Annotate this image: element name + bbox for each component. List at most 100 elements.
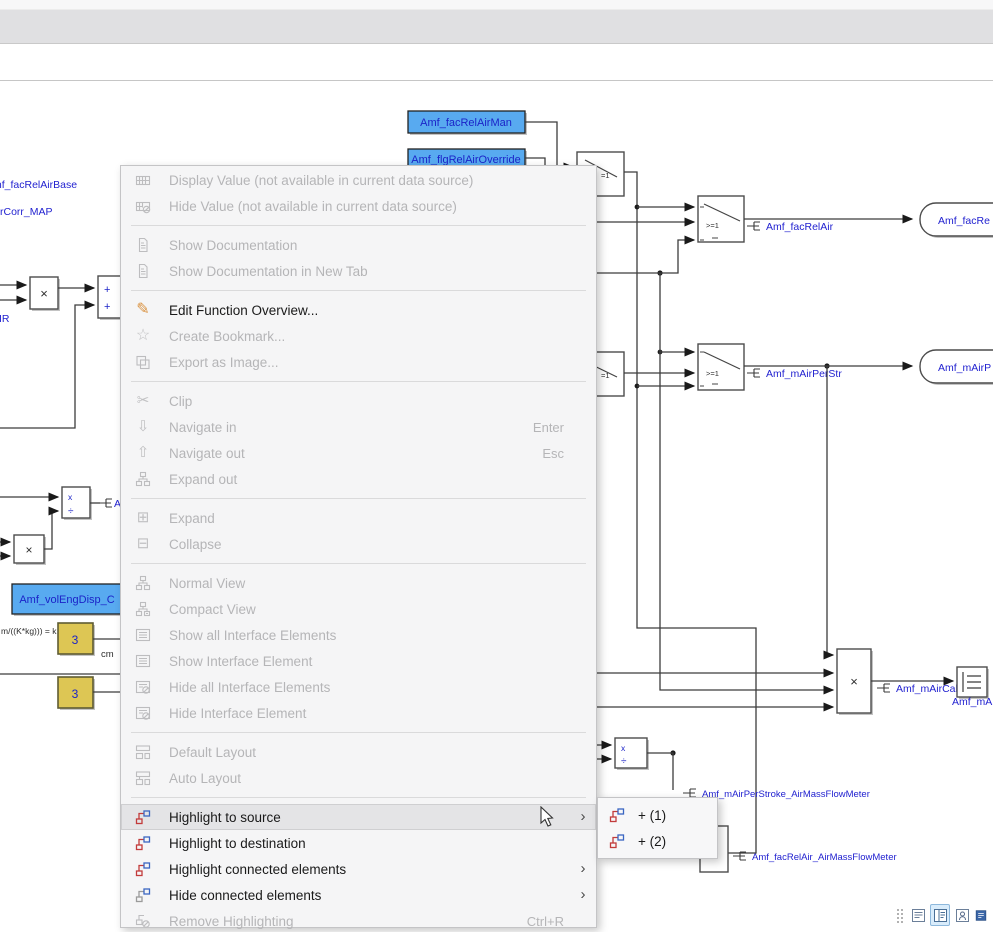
signal-label-facrelairbase: Amf_facRelAirBase [0, 179, 77, 191]
menu-item-label: Navigate in [169, 420, 237, 435]
drag-handle-dots-icon[interactable] [896, 908, 904, 924]
pencil-icon: ✎ [134, 301, 152, 319]
interface-list-icon [134, 626, 152, 644]
interface-hide-icon [134, 678, 152, 696]
menu-separator [131, 732, 586, 733]
document-icon [134, 262, 152, 280]
menu-separator [131, 797, 586, 798]
signal-label-mairperstr: Amf_mAirPerStr [766, 368, 842, 380]
menu-item-label: Hide Interface Element [169, 706, 306, 721]
menu-item-normal-view: Normal View [121, 570, 596, 596]
menu-item-auto-layout: Auto Layout [121, 765, 596, 791]
compact-view-icon [134, 600, 152, 618]
submenu-item-label: + (1) [638, 808, 666, 823]
auto-layout-icon [134, 769, 152, 787]
menu-item-label: Expand out [169, 472, 237, 487]
menu-item-label: Display Value (not available in current … [169, 173, 473, 188]
wire[interactable] [827, 366, 833, 655]
submenu-item-1[interactable]: + (1) [598, 802, 717, 828]
highlight-icon [134, 808, 152, 826]
wire[interactable] [44, 511, 58, 549]
expand-out-icon [134, 470, 152, 488]
menu-item-label: Highlight connected elements [169, 862, 346, 877]
menu-item-export-as-image: Export as Image... [121, 349, 596, 375]
submenu-item-2[interactable]: + (2) [598, 828, 717, 854]
menu-item-label: Show Documentation [169, 238, 297, 253]
signal-label-strokemeter: Amf_mAirPerStroke_AirMassFlowMeter [702, 789, 870, 800]
signal-label-facrelair: Amf_facRelAir [766, 221, 834, 233]
menu-item-hide-connected-elements[interactable]: Hide connected elements › [121, 882, 596, 908]
navigate-in-icon: ⇩ [134, 418, 152, 436]
remove-highlight-icon [134, 912, 152, 930]
menu-item-remove-highlighting: Remove Highlighting Ctrl+R [121, 908, 596, 932]
signal-label-maircalc: Amf_mAirCalc [896, 683, 963, 695]
menu-item-hide-value: Hide Value (not available in current dat… [121, 193, 596, 219]
menu-item-expand-out: Expand out [121, 466, 596, 492]
annotation-kexpr: m/((K*kg))) = k [1, 626, 57, 636]
interface-port-icon [877, 684, 890, 692]
mouse-cursor [540, 806, 556, 828]
expand-icon: ⊞ [134, 509, 152, 527]
menu-item-highlight-connected-elements[interactable]: Highlight connected elements › [121, 856, 596, 882]
product-op: × [850, 674, 858, 689]
highlight-icon [608, 806, 626, 824]
product-op: × [40, 286, 48, 301]
person-icon [955, 908, 970, 923]
clip-icon: ✂ [134, 392, 152, 410]
interface-port-icon [683, 789, 696, 797]
wire[interactable] [0, 305, 94, 428]
view-split-button[interactable] [930, 904, 950, 926]
wire[interactable] [525, 122, 573, 167]
interface-list-icon [134, 652, 152, 670]
divide-block-1[interactable] [62, 487, 90, 518]
submenu-arrow-icon: › [570, 809, 596, 825]
menu-separator [131, 225, 586, 226]
menu-item-label: Show all Interface Elements [169, 628, 336, 643]
constant-value: 3 [72, 633, 79, 647]
view-list-button[interactable] [908, 904, 928, 926]
menu-item-edit-function-overview[interactable]: ✎ Edit Function Overview... [121, 297, 596, 323]
menu-item-label: Create Bookmark... [169, 329, 285, 344]
split-panel-icon [933, 908, 948, 923]
wire[interactable] [647, 753, 673, 790]
export-image-icon [134, 353, 152, 371]
value-hide-icon [134, 197, 152, 215]
outport-label: Amf_mAirP [938, 362, 991, 374]
submenu-arrow-icon: › [570, 887, 596, 903]
menu-item-compact-view: Compact View [121, 596, 596, 622]
submenu-arrow-icon: › [570, 861, 596, 877]
menu-item-label: Hide all Interface Elements [169, 680, 330, 695]
menu-item-label: Compact View [169, 602, 256, 617]
menu-item-label: Export as Image... [169, 355, 279, 370]
normal-view-icon [134, 574, 152, 592]
divide-block-2[interactable] [615, 738, 647, 768]
menu-item-label: Navigate out [169, 446, 245, 461]
menu-item-label: Hide Value (not available in current dat… [169, 199, 457, 214]
menu-item-highlight-to-destination[interactable]: Highlight to destination [121, 830, 596, 856]
default-layout-icon [134, 743, 152, 761]
switch-threshold: =1 [601, 371, 610, 380]
star-icon: ☆ [134, 327, 152, 345]
view-report-button[interactable] [974, 904, 988, 926]
switch-threshold: >=1 [706, 221, 719, 230]
param-block-label: Amf_volEngDisp_C [19, 594, 114, 606]
view-profile-button[interactable] [952, 904, 972, 926]
menu-item-show-interface-element: Show Interface Element [121, 648, 596, 674]
menu-item-label: Normal View [169, 576, 245, 591]
menu-item-label: Auto Layout [169, 771, 241, 786]
annotation-cm: cm [101, 649, 114, 660]
navigate-out-icon: ⇧ [134, 444, 152, 462]
sum-op-2: + [104, 301, 110, 313]
menu-item-navigate-out: ⇧ Navigate out Esc [121, 440, 596, 466]
interface-port-icon [747, 369, 760, 377]
signal-label-ma: Amf_mA [952, 696, 992, 708]
wire[interactable] [590, 240, 694, 273]
interface-port-icon [99, 499, 112, 507]
menu-item-shortcut: Ctrl+R [527, 914, 570, 929]
menu-item-clip: ✂ Clip [121, 388, 596, 414]
divide-op-div: ÷ [621, 756, 627, 767]
menu-item-highlight-to-source[interactable]: Highlight to source › [121, 804, 596, 830]
menu-item-expand: ⊞ Expand [121, 505, 596, 531]
signal-label-corrmap: rCorr_MAP [0, 206, 53, 218]
menu-item-label: Highlight to destination [169, 836, 306, 851]
